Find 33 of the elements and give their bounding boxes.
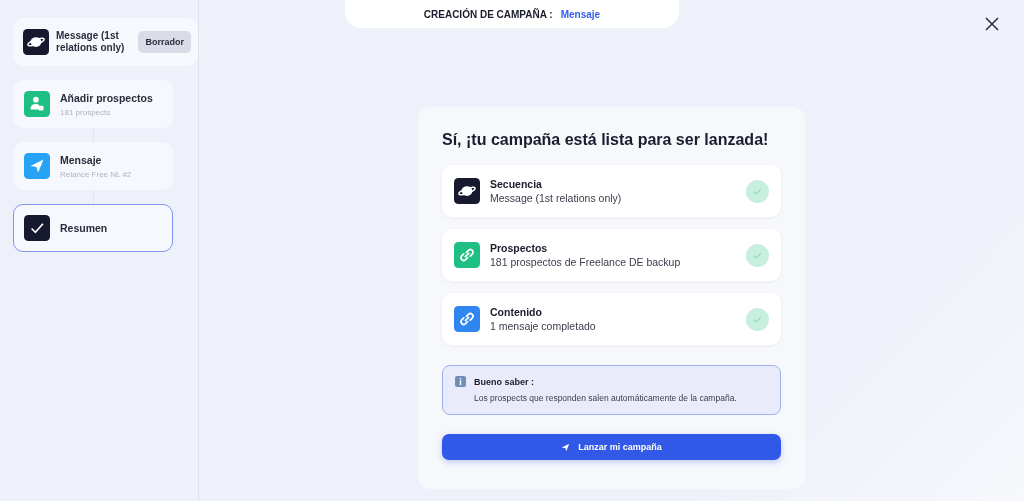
close-icon[interactable] xyxy=(985,17,999,31)
info-text: Los prospects que responden salen automáticamente de la campaña. xyxy=(474,393,738,403)
step-item[interactable]: Resumen xyxy=(13,204,173,252)
link-icon xyxy=(454,242,480,268)
header-label: CREACIÓN DE CAMPAÑA : xyxy=(423,8,553,20)
summary-title: Sí, ¡tu campaña está lista para ser lanzada! xyxy=(442,131,770,149)
sequence-title: Message (1st relations only) xyxy=(56,29,126,55)
item-detail: 1 mensaje completado xyxy=(490,320,597,332)
item-title: Prospectos xyxy=(490,242,549,254)
check-icon xyxy=(24,215,50,241)
link-icon xyxy=(454,306,480,332)
info-icon xyxy=(455,376,466,387)
step-item[interactable]: Añadir prospectos 181 prospects xyxy=(13,80,173,128)
planet-icon xyxy=(23,29,49,55)
item-title: Contenido xyxy=(490,306,543,318)
step-title: Mensaje xyxy=(60,153,103,166)
sequence-card[interactable]: Message (1st relations only) Borrador xyxy=(13,18,198,66)
paper-plane-icon xyxy=(24,153,50,179)
step-subtitle: Relance Free NL #2 xyxy=(60,169,132,179)
step-item[interactable]: Mensaje Relance Free NL #2 xyxy=(13,142,173,190)
item-detail: 181 prospectos de Freelance DE backup xyxy=(490,256,682,268)
info-title: Bueno saber : xyxy=(474,376,534,387)
item-title: Secuencia xyxy=(490,178,543,190)
launch-button[interactable]: Lanzar mi campaña xyxy=(442,434,781,460)
status-badge: Borrador xyxy=(138,31,191,53)
planet-icon xyxy=(454,178,480,204)
header-value: Mensaje xyxy=(560,8,601,20)
step-title: Añadir prospectos xyxy=(60,91,153,104)
person-icon xyxy=(24,91,50,117)
step-subtitle: 181 prospects xyxy=(60,107,112,117)
item-detail: Message (1st relations only) xyxy=(490,192,623,204)
paper-plane-icon xyxy=(561,442,571,452)
step-title: Resumen xyxy=(60,222,108,234)
